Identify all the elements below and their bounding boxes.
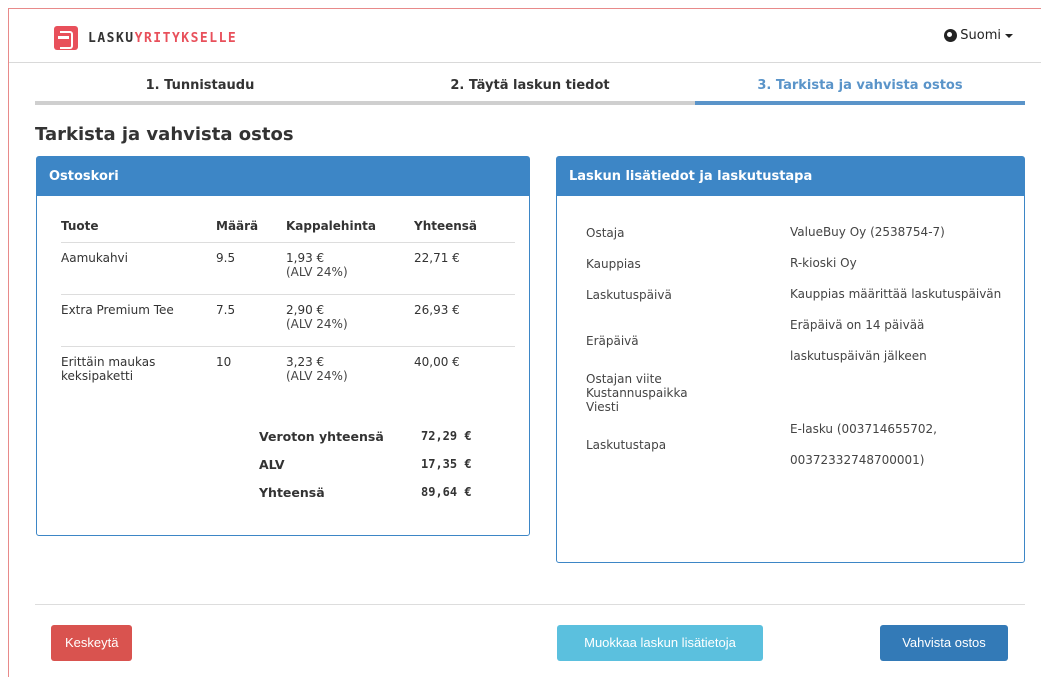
- step-fill-details: 2. Täytä laskun tiedot: [365, 78, 695, 105]
- detail-value: E-lasku (003714655702, 00372332748700001…: [790, 422, 937, 467]
- invoice-details-panel: Laskun lisätiedot ja laskutustapa Ostaja…: [556, 156, 1025, 563]
- vat-note: (ALV 24%): [286, 317, 348, 331]
- detail-row-message: Viesti: [586, 400, 1010, 414]
- logo-icon: [54, 26, 78, 50]
- detail-value: R-kioski Oy: [790, 256, 857, 270]
- row-total: 40,00 €: [414, 355, 460, 369]
- product-name: Aamukahvi: [61, 251, 128, 265]
- detail-label: Kustannuspaikka: [586, 386, 688, 400]
- unit-price: 2,90 € (ALV 24%): [286, 303, 414, 338]
- unit-price: 1,93 € (ALV 24%): [286, 251, 414, 286]
- detail-value: Eräpäivä on 14 päivää laskutuspäivän jäl…: [790, 318, 927, 363]
- caret-down-icon: [1005, 33, 1013, 38]
- detail-row-invoice-date: Laskutuspäivä Kauppias määrittää laskutu…: [586, 279, 1010, 310]
- detail-value: ValueBuy Oy (2538754-7): [790, 225, 945, 239]
- total-value: 17,35 €: [421, 457, 472, 471]
- quantity: 9.5: [216, 251, 236, 265]
- total-row-grand: Yhteensä 89,64 €: [259, 485, 472, 513]
- detail-row-billing-method: Laskutustapa E-lasku (003714655702, 0037…: [586, 414, 1010, 476]
- vat-note: (ALV 24%): [286, 369, 348, 383]
- unit-price-value: 2,90 €: [286, 303, 325, 317]
- detail-label: Ostaja: [586, 225, 625, 240]
- header: LASKUYRITYKSELLE Suomi: [9, 9, 1041, 63]
- column-header-product: Tuote: [61, 219, 99, 233]
- quantity: 10: [216, 355, 232, 369]
- quantity: 7.5: [216, 303, 236, 317]
- cart-table-header: Tuote Määrä Kappalehinta Yhteensä: [61, 219, 515, 243]
- detail-row-buyer: Ostaja ValueBuy Oy (2538754-7): [586, 217, 1010, 248]
- cart-table: Tuote Määrä Kappalehinta Yhteensä Aamuka…: [61, 219, 515, 399]
- detail-label: Viesti: [586, 400, 619, 414]
- total-value: 89,64 €: [421, 485, 472, 499]
- table-row: Aamukahvi 9.5 1,93 € (ALV 24%) 22,71 €: [61, 243, 515, 295]
- total-row-vat: ALV 17,35 €: [259, 457, 472, 485]
- cart-panel-title: Ostoskori: [37, 157, 529, 196]
- unit-price-value: 3,23 €: [286, 355, 325, 369]
- logo[interactable]: LASKUYRITYKSELLE: [54, 26, 237, 50]
- globe-icon: [944, 29, 958, 42]
- detail-row-merchant: Kauppias R-kioski Oy: [586, 248, 1010, 279]
- vat-note: (ALV 24%): [286, 265, 348, 279]
- step-authenticate: 1. Tunnistaudu: [35, 78, 365, 105]
- edit-invoice-details-button[interactable]: Muokkaa laskun lisätietoja: [557, 625, 763, 661]
- cancel-button[interactable]: Keskeytä: [51, 625, 133, 661]
- language-label: Suomi: [960, 28, 1001, 43]
- product-name: Extra Premium Tee: [61, 303, 174, 317]
- language-selector[interactable]: Suomi: [944, 28, 1013, 43]
- table-row: Extra Premium Tee 7.5 2,90 € (ALV 24%) 2…: [61, 295, 515, 347]
- row-total: 26,93 €: [414, 303, 460, 317]
- logo-text-part1: LASKU: [88, 30, 135, 46]
- logo-text: LASKUYRITYKSELLE: [88, 31, 237, 46]
- total-value: 72,29 €: [421, 429, 472, 443]
- detail-label: Laskutustapa: [586, 438, 667, 452]
- step-review-confirm: 3. Tarkista ja vahvista ostos: [695, 78, 1025, 105]
- column-header-total: Yhteensä: [414, 219, 478, 233]
- column-header-quantity: Määrä: [216, 219, 259, 233]
- total-row-net: Veroton yhteensä 72,29 €: [259, 429, 472, 457]
- cart-totals: Veroton yhteensä 72,29 € ALV 17,35 € Yht…: [259, 429, 472, 513]
- detail-row-due-date: Eräpäivä Eräpäivä on 14 päivää laskutusp…: [586, 310, 1010, 372]
- column-header-unit-price: Kappalehinta: [286, 219, 376, 233]
- product-name: Erittäin maukas keksipaketti: [61, 355, 156, 383]
- unit-price-value: 1,93 €: [286, 251, 325, 265]
- row-total: 22,71 €: [414, 251, 460, 265]
- detail-label: Eräpäivä: [586, 334, 639, 348]
- invoice-details-title: Laskun lisätiedot ja laskutustapa: [557, 157, 1024, 196]
- confirm-purchase-button[interactable]: Vahvista ostos: [880, 625, 1008, 661]
- detail-row-buyer-reference: Ostajan viite: [586, 372, 1010, 386]
- logo-text-part2: YRITYKSELLE: [134, 30, 238, 46]
- progress-steps: 1. Tunnistaudu 2. Täytä laskun tiedot 3.…: [35, 78, 1025, 105]
- table-row: Erittäin maukas keksipaketti 10 3,23 € (…: [61, 347, 515, 399]
- page-title: Tarkista ja vahvista ostos: [35, 124, 294, 145]
- total-label: Yhteensä: [259, 485, 325, 500]
- detail-label: Kauppias: [586, 256, 641, 271]
- unit-price: 3,23 € (ALV 24%): [286, 355, 414, 391]
- detail-label: Laskutuspäivä: [586, 287, 672, 302]
- invoice-details-list: Ostaja ValueBuy Oy (2538754-7) Kauppias …: [586, 217, 1010, 476]
- detail-value: Kauppias määrittää laskutuspäivän: [790, 287, 1002, 301]
- footer-divider: [35, 604, 1025, 605]
- detail-label: Ostajan viite: [586, 372, 662, 386]
- detail-row-cost-center: Kustannuspaikka: [586, 386, 1010, 400]
- total-label: ALV: [259, 457, 285, 472]
- cart-panel: Ostoskori Tuote Määrä Kappalehinta Yhtee…: [36, 156, 530, 536]
- total-label: Veroton yhteensä: [259, 429, 384, 444]
